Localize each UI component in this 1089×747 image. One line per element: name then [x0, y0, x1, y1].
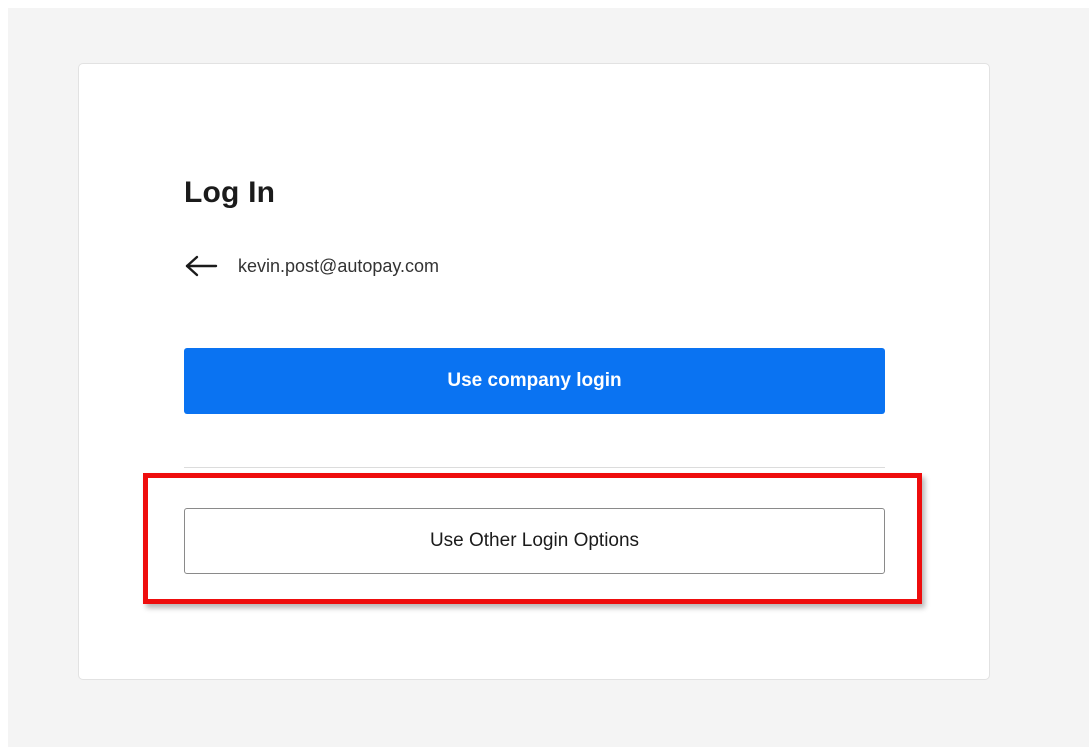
- page-title: Log In: [184, 176, 276, 209]
- arrow-left-icon: [185, 255, 218, 277]
- back-button[interactable]: [184, 250, 220, 282]
- use-company-login-button[interactable]: Use company login: [184, 348, 885, 414]
- use-other-login-options-button[interactable]: Use Other Login Options: [184, 508, 885, 574]
- account-row: kevin.post@autopay.com: [184, 250, 439, 282]
- account-email: kevin.post@autopay.com: [238, 255, 440, 276]
- divider: [184, 467, 885, 468]
